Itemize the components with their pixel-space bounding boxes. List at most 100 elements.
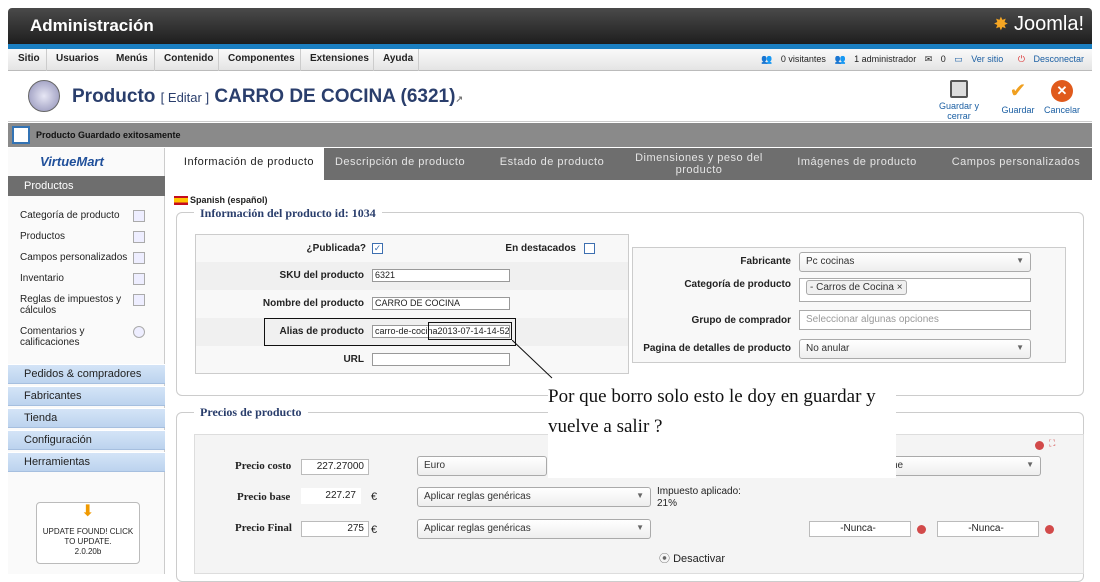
cancel-button[interactable]: ✕ Cancelar bbox=[1042, 80, 1082, 115]
tab-dimensiones[interactable]: Dimensiones y peso del producto bbox=[624, 148, 774, 180]
admin-title: Administración bbox=[30, 16, 154, 35]
sidebar-group-herramientas[interactable]: Herramientas bbox=[8, 452, 165, 472]
cancel-icon: ✕ bbox=[1051, 80, 1073, 102]
product-meta-table: Fabricante Pc cocinas ▼ Categoría de prod… bbox=[632, 247, 1066, 363]
sidebar-item-reglas[interactable]: Reglas de impuestos y cálculos bbox=[20, 294, 130, 316]
start-date-input[interactable]: -Nunca- bbox=[809, 521, 911, 537]
price-option-select[interactable]: ne ▼ bbox=[885, 456, 1041, 476]
logout-link[interactable]: ⏻ Desconectar bbox=[1012, 54, 1084, 64]
save-button[interactable]: ✔ Guardar bbox=[998, 80, 1038, 115]
menu-sitio[interactable]: Sitio bbox=[18, 53, 40, 64]
final-rule-select[interactable]: Aplicar reglas genéricas ▼ bbox=[417, 519, 651, 539]
radio-selected-icon: ⦿ bbox=[659, 553, 670, 565]
message-icon bbox=[12, 126, 30, 144]
admins-label: 1 administrador bbox=[854, 54, 917, 64]
manufacturer-label: Fabricante bbox=[740, 256, 791, 267]
language-indicator: Spanish (español) bbox=[174, 195, 268, 206]
detail-page-value: No anular bbox=[806, 343, 850, 354]
visitors-label: 0 visitantes bbox=[780, 54, 826, 64]
remove-price-icon[interactable] bbox=[1035, 441, 1044, 450]
sidebar: VirtueMart Productos Categoría de produc… bbox=[8, 148, 165, 574]
menu-contenido[interactable]: Contenido bbox=[164, 53, 213, 64]
end-date-input[interactable]: -Nunca- bbox=[937, 521, 1039, 537]
save-close-button[interactable]: Guardar y cerrar bbox=[926, 80, 992, 121]
final-input[interactable]: 275 bbox=[301, 521, 369, 537]
manufacturer-value: Pc cocinas bbox=[806, 256, 855, 267]
page-header: Producto [ Editar ] CARRO DE COCINA (632… bbox=[8, 72, 1092, 122]
messages-label: 0 bbox=[940, 54, 946, 64]
menu-componentes[interactable]: Componentes bbox=[228, 53, 295, 64]
sidebar-item-label: Categoría de producto bbox=[20, 210, 120, 221]
manufacturer-select[interactable]: Pc cocinas ▼ bbox=[799, 252, 1031, 272]
check-icon: ✔ bbox=[1009, 80, 1027, 102]
category-tag[interactable]: - Carros de Cocina × bbox=[806, 280, 907, 295]
sidebar-item-campos[interactable]: Campos personalizados bbox=[20, 252, 145, 263]
tab-estado[interactable]: Estado de producto bbox=[492, 148, 612, 180]
chevron-down-icon: ▼ bbox=[1016, 256, 1024, 265]
update-button[interactable]: ⬇ UPDATE FOUND! CLICK TO UPDATE. 2.0.20b bbox=[36, 502, 140, 564]
sidebar-group-configuracion[interactable]: Configuración bbox=[8, 430, 165, 450]
deactivate-radio[interactable]: ⦿ Desactivar bbox=[659, 550, 725, 566]
sidebar-section-title[interactable]: Productos bbox=[8, 176, 165, 196]
sidebar-item-productos[interactable]: Productos bbox=[20, 231, 145, 242]
clear-end-date-icon[interactable] bbox=[1045, 525, 1054, 534]
cost-input[interactable]: 227.27000 bbox=[301, 459, 369, 475]
annotation-text: Por que borro solo esto le doy en guarda… bbox=[548, 380, 896, 478]
group-select[interactable]: Seleccionar algunas opciones bbox=[799, 310, 1031, 330]
menu-menus[interactable]: Menús bbox=[116, 53, 148, 64]
sidebar-item-comentarios[interactable]: Comentarios y calificaciones bbox=[20, 326, 120, 348]
published-label: ¿Publicada? bbox=[306, 243, 366, 254]
message-text: Producto Guardado exitosamente bbox=[36, 130, 181, 140]
sku-input[interactable]: 6321 bbox=[372, 269, 510, 282]
view-site-link[interactable]: ▭ Ver sitio bbox=[954, 54, 1003, 64]
sidebar-item-label: Inventario bbox=[20, 273, 64, 284]
sidebar-group-tienda[interactable]: Tienda bbox=[8, 408, 165, 428]
tab-descripcion[interactable]: Descripción de producto bbox=[330, 148, 470, 180]
detail-page-label: Pagina de detalles de producto bbox=[643, 343, 791, 354]
sidebar-item-label: Campos personalizados bbox=[20, 252, 128, 263]
final-rule-value: Aplicar reglas genéricas bbox=[424, 523, 531, 534]
menu-divider bbox=[46, 49, 47, 71]
status-bar: 👥 0 visitantes 👥 1 administrador ✉ 0 ▭ V… bbox=[755, 54, 1084, 65]
menu-divider bbox=[218, 49, 219, 71]
sidebar-item-categoria[interactable]: Categoría de producto bbox=[20, 210, 145, 221]
admin-header: Administración ✸ Joomla! bbox=[8, 8, 1092, 44]
message-bar: Producto Guardado exitosamente bbox=[8, 123, 1092, 147]
tax-rules-icon bbox=[133, 294, 145, 306]
featured-checkbox[interactable] bbox=[584, 243, 595, 254]
product-info-legend: Información del producto id: 1034 bbox=[194, 206, 382, 221]
category-multiselect[interactable]: - Carros de Cocina × bbox=[799, 278, 1031, 302]
admins-count: 👥 1 administrador bbox=[834, 54, 917, 64]
product-icon bbox=[28, 80, 60, 112]
currency-select[interactable]: Euro bbox=[417, 456, 547, 476]
prices-legend: Precios de producto bbox=[194, 405, 308, 420]
published-checkbox[interactable]: ✓ bbox=[372, 243, 383, 254]
external-link-icon[interactable]: ↗ bbox=[455, 94, 463, 104]
joomla-logo: ✸ Joomla! bbox=[993, 13, 1084, 36]
save-close-label: Guardar y cerrar bbox=[938, 101, 980, 121]
expand-icon[interactable]: ⛶ bbox=[1049, 438, 1055, 449]
sidebar-item-label: Productos bbox=[20, 231, 66, 242]
tab-imagenes[interactable]: Imágenes de producto bbox=[792, 148, 922, 180]
menu-extensiones[interactable]: Extensiones bbox=[310, 53, 369, 64]
power-icon: ⏻ bbox=[1017, 54, 1025, 64]
main-menu: Sitio Usuarios Menús Contenido Component… bbox=[8, 49, 1092, 71]
base-rule-select[interactable]: Aplicar reglas genéricas ▼ bbox=[417, 487, 651, 507]
tab-campos[interactable]: Campos personalizados bbox=[946, 148, 1086, 180]
base-input[interactable]: 227.27 bbox=[301, 488, 361, 504]
page-title: Producto [ Editar ] CARRO DE COCINA (632… bbox=[72, 86, 463, 108]
sidebar-item-inventario[interactable]: Inventario bbox=[20, 273, 145, 284]
clear-start-date-icon[interactable] bbox=[917, 525, 926, 534]
menu-ayuda[interactable]: Ayuda bbox=[383, 53, 413, 64]
detail-page-select[interactable]: No anular ▼ bbox=[799, 339, 1031, 359]
sidebar-group-fabricantes[interactable]: Fabricantes bbox=[8, 386, 165, 406]
menu-usuarios[interactable]: Usuarios bbox=[56, 53, 99, 64]
tab-informacion[interactable]: Información de producto bbox=[174, 148, 324, 180]
url-input[interactable] bbox=[372, 353, 510, 366]
save-icon bbox=[950, 80, 968, 98]
chevron-down-icon: ▼ bbox=[1016, 343, 1024, 352]
sidebar-group-pedidos[interactable]: Pedidos & compradores bbox=[8, 364, 165, 384]
name-input[interactable]: CARRO DE COCINA bbox=[372, 297, 510, 310]
chevron-down-icon: ▼ bbox=[636, 491, 644, 500]
tax-applied-label: Impuesto aplicado: bbox=[657, 486, 741, 497]
